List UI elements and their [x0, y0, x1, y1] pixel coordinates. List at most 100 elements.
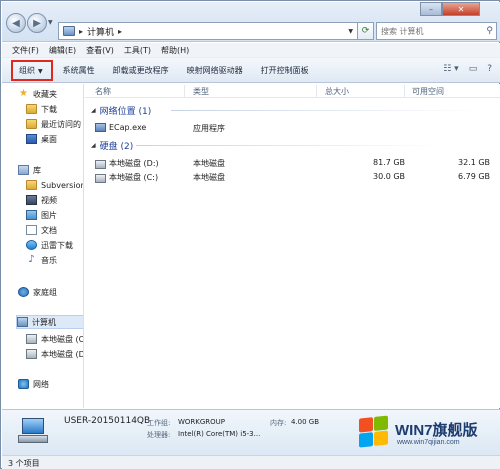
group-title: 硬盘 (2) — [99, 141, 134, 152]
item-name: ECap.exe — [109, 123, 147, 132]
list-item[interactable]: ECap.exe 应用程序 — [85, 122, 500, 134]
sidebar-item-thunder-downloads[interactable]: 迅雷下载 — [26, 238, 73, 252]
column-header-total-size[interactable]: 总大小 — [325, 86, 349, 97]
processor-label: 处理器: — [147, 431, 171, 439]
folder-icon — [26, 180, 37, 190]
sidebar-item-videos[interactable]: 视频 — [26, 193, 57, 207]
column-divider[interactable] — [404, 85, 405, 97]
menu-edit[interactable]: 编辑(E) — [49, 45, 76, 56]
sidebar-item-pictures[interactable]: 图片 — [26, 208, 57, 222]
sidebar-item-drive-c[interactable]: 本地磁盘 (C — [26, 332, 84, 346]
explorer-window: ◀ ▶ ▼ ▸ 计算机 ▸ ▼ ⟳ ⚲ – ✕ 文件(F) 编辑(E) 查看(V… — [0, 0, 500, 469]
item-total-size: 81.7 GB — [373, 158, 406, 167]
sidebar-item-label: 本地磁盘 (C — [41, 334, 84, 344]
sidebar-item-recent[interactable]: 最近访问的 — [26, 117, 81, 131]
organize-button[interactable]: 组织 ▼ — [11, 59, 53, 81]
list-item[interactable]: 本地磁盘 (D:) 本地磁盘 81.7 GB 32.1 GB — [85, 157, 500, 169]
menu-view[interactable]: 查看(V) — [86, 45, 114, 56]
column-divider[interactable] — [184, 85, 185, 97]
sidebar-item-drive-d[interactable]: 本地磁盘 (D — [26, 347, 84, 361]
windows-logo-icon — [359, 415, 389, 448]
video-icon — [26, 195, 37, 205]
sidebar-item-label: 桌面 — [41, 134, 57, 144]
list-item[interactable]: 本地磁盘 (C:) 本地磁盘 30.0 GB 6.79 GB — [85, 171, 500, 183]
map-network-drive-button[interactable]: 映射网络驱动器 — [187, 65, 243, 76]
address-bar-area: ◀ ▶ ▼ ▸ 计算机 ▸ ▼ ⟳ ⚲ – ✕ — [2, 2, 500, 42]
sidebar-item-subversion[interactable]: Subversion — [26, 178, 83, 192]
sidebar-item-label: 文档 — [41, 225, 57, 235]
recent-places-icon — [26, 119, 37, 129]
column-header-name[interactable]: 名称 — [95, 86, 111, 97]
sidebar-item-network[interactable]: 网络 — [18, 377, 49, 391]
menu-tools[interactable]: 工具(T) — [124, 45, 151, 56]
uninstall-program-button[interactable]: 卸载或更改程序 — [113, 65, 169, 76]
sidebar-item-computer[interactable]: 计算机 — [16, 315, 83, 329]
collapse-triangle-icon: ◢ — [91, 141, 96, 149]
column-header-free-space[interactable]: 可用空间 — [412, 86, 444, 97]
open-control-panel-button[interactable]: 打开控制面板 — [261, 65, 309, 76]
sidebar-item-homegroup[interactable]: 家庭组 — [18, 285, 57, 299]
chevron-right-icon[interactable]: ▸ — [118, 27, 122, 36]
group-divider — [136, 145, 446, 146]
close-button[interactable]: ✕ — [442, 2, 480, 16]
processor-value: Intel(R) Core(TM) i5-3... — [178, 430, 261, 438]
drive-icon — [26, 349, 37, 359]
refresh-icon: ⟳ — [361, 26, 370, 36]
thunder-icon — [26, 240, 37, 250]
search-input[interactable] — [381, 26, 481, 36]
drive-icon — [26, 334, 37, 344]
downloads-folder-icon — [26, 104, 37, 114]
sidebar-item-label: 最近访问的 — [41, 119, 81, 129]
change-view-icon[interactable]: ☷ ▾ — [443, 64, 458, 74]
minimize-button[interactable]: – — [420, 2, 442, 16]
forward-button[interactable]: ▶ — [27, 13, 47, 33]
address-path[interactable]: 计算机 — [87, 25, 114, 38]
column-header-type[interactable]: 类型 — [193, 86, 209, 97]
collapse-triangle-icon: ◢ — [91, 106, 96, 114]
document-icon — [26, 225, 37, 235]
sidebar-item-libraries[interactable]: 库 — [18, 163, 41, 177]
sidebar-item-label: 本地磁盘 (D — [41, 349, 84, 359]
sidebar-item-downloads[interactable]: 下载 — [26, 102, 57, 116]
sidebar-item-label: 计算机 — [32, 317, 56, 327]
item-type: 应用程序 — [193, 124, 225, 133]
chevron-down-icon[interactable]: ▼ — [348, 28, 353, 35]
sidebar-item-documents[interactable]: 文档 — [26, 223, 57, 237]
back-button[interactable]: ◀ — [6, 13, 26, 33]
watermark-brand: WIN7旗舰版 — [395, 422, 478, 439]
memory-label: 内存: — [270, 419, 287, 427]
sidebar-item-label: 下载 — [41, 104, 57, 114]
column-divider[interactable] — [316, 85, 317, 97]
recent-pages-dropdown[interactable]: ▼ — [48, 19, 53, 26]
star-icon: ★ — [19, 88, 28, 99]
sidebar-item-music[interactable]: ♪ 音乐 — [26, 253, 57, 267]
sidebar-item-label: 音乐 — [41, 255, 57, 265]
system-properties-button[interactable]: 系统属性 — [63, 65, 95, 76]
computer-icon — [18, 418, 48, 444]
sidebar-item-label: 库 — [33, 165, 41, 175]
item-free-space: 6.79 GB — [458, 172, 491, 181]
help-icon[interactable]: ? — [487, 64, 492, 74]
sidebar-item-label: 家庭组 — [33, 287, 57, 297]
group-title: 网络位置 (1) — [99, 106, 152, 117]
search-box[interactable]: ⚲ — [376, 22, 497, 40]
sidebar-item-desktop[interactable]: 桌面 — [26, 132, 57, 146]
organize-label: 组织 — [19, 65, 35, 75]
sidebar-item-favorites[interactable]: ★ 收藏夹 — [18, 87, 57, 101]
search-icon[interactable]: ⚲ — [486, 26, 493, 36]
menu-help[interactable]: 帮助(H) — [161, 45, 189, 56]
group-header-network-locations[interactable]: ◢ 网络位置 (1) — [91, 104, 481, 117]
refresh-button[interactable]: ⟳ — [358, 22, 374, 40]
computer-icon — [17, 317, 28, 327]
menu-file[interactable]: 文件(F) — [12, 45, 39, 56]
chevron-right-icon[interactable]: ▸ — [79, 27, 83, 36]
menu-bar: 文件(F) 编辑(E) 查看(V) 工具(T) 帮助(H) — [2, 43, 500, 57]
address-box[interactable]: ▸ 计算机 ▸ ▼ — [58, 22, 358, 40]
preview-pane-icon[interactable]: ▭ — [469, 64, 478, 74]
group-header-hard-drives[interactable]: ◢ 硬盘 (2) — [91, 139, 446, 152]
watermark: WIN7旗舰版 www.win7qijian.com — [359, 415, 499, 459]
computer-name: USER-20150114QB — [64, 416, 151, 426]
window-controls: – ✕ — [420, 2, 480, 18]
network-icon — [18, 379, 29, 389]
arrow-left-icon: ◀ — [12, 17, 20, 29]
